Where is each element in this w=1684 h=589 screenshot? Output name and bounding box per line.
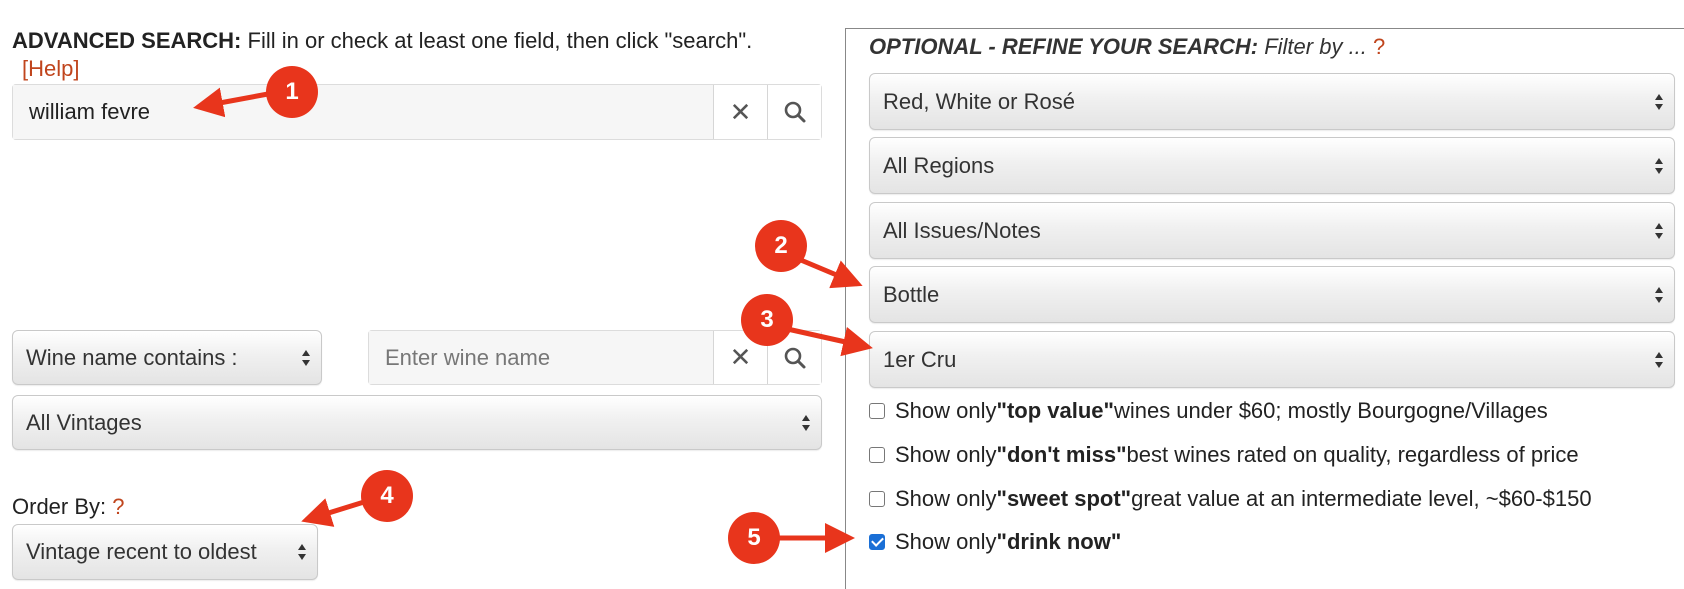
- marker-1: 1: [266, 66, 318, 118]
- arrow-1: [193, 87, 269, 118]
- marker-5: 5: [728, 512, 780, 564]
- marker-4: 4: [361, 470, 413, 522]
- annotation-arrows: [193, 87, 873, 553]
- arrow-4: [301, 498, 365, 527]
- marker-3: 3: [741, 294, 793, 346]
- arrow-2: [795, 255, 863, 289]
- marker-2: 2: [755, 220, 807, 272]
